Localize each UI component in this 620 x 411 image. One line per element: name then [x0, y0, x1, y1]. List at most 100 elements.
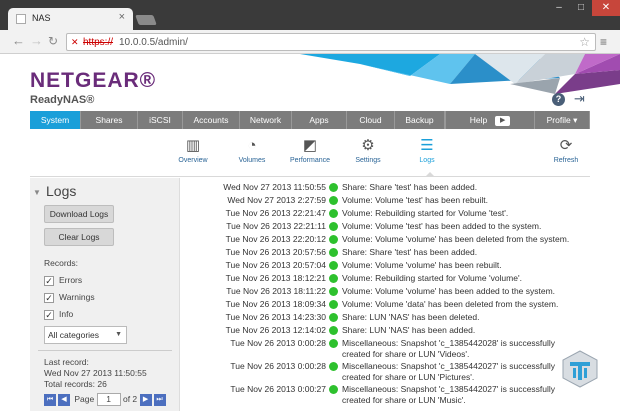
log-row: Wed Nov 27 2013 11:50:55 Share: Share 'te…	[223, 182, 478, 192]
first-page-icon[interactable]: ⏮	[44, 393, 56, 406]
status-ok-icon	[329, 287, 338, 296]
maximize-window-icon[interactable]: □	[570, 0, 592, 16]
header-banner-graphic	[300, 54, 620, 94]
browser-menu-icon[interactable]: ≡	[600, 35, 607, 49]
panel-divider	[38, 350, 172, 351]
prev-page-icon[interactable]: ◀	[58, 393, 70, 406]
subnav-performance[interactable]: ◩ Performance	[285, 135, 335, 164]
log-row: Tue Nov 26 2013 22:21:11 Volume: Volume '…	[226, 221, 542, 231]
close-window-icon[interactable]: ✕	[592, 0, 620, 16]
tab-iscsi[interactable]: iSCSI	[138, 111, 183, 129]
log-row: Tue Nov 26 2013 18:11:22 Volume: Volume '…	[226, 286, 556, 296]
url-path: 10.0.0.5/admin/	[119, 37, 188, 48]
tab-help[interactable]: Help ▶	[445, 111, 535, 129]
log-row: Tue Nov 26 2013 0:00:27 Miscellaneous: Sn…	[230, 384, 556, 405]
tab-profile[interactable]: Profile ▾	[535, 111, 590, 129]
product-name: ReadyNAS®	[30, 94, 95, 106]
status-ok-icon	[329, 313, 338, 322]
tab-shares[interactable]: Shares	[81, 111, 138, 129]
next-page-icon[interactable]: ▶	[139, 393, 152, 406]
filter-errors[interactable]: ✓ Errors	[44, 275, 82, 286]
pagination: ⏮ ◀ Page 1 of 2 ▶ ⏭	[44, 393, 168, 409]
subnav-overview[interactable]: ▥ Overview	[168, 135, 218, 164]
tab-apps[interactable]: Apps	[292, 111, 347, 129]
back-arrow-icon[interactable]: ←	[12, 34, 25, 48]
logs-side-panel: ▼ Logs Download Logs Clear Logs Records:…	[30, 178, 180, 411]
status-ok-icon	[329, 362, 338, 371]
tab-cloud[interactable]: Cloud	[347, 111, 395, 129]
tab-backup[interactable]: Backup	[395, 111, 445, 129]
status-ok-icon	[329, 248, 338, 257]
log-row: Tue Nov 26 2013 12:14:02 Share: LUN 'NAS'…	[225, 325, 476, 335]
video-play-icon[interactable]: ▶	[495, 115, 511, 126]
subnav-logs[interactable]: ☰ Logs	[402, 135, 452, 177]
log-row: Tue Nov 26 2013 20:57:04 Volume: Volume '…	[225, 260, 502, 270]
performance-icon: ◩	[302, 137, 318, 154]
status-ok-icon	[329, 339, 338, 348]
forward-arrow-icon[interactable]: →	[30, 34, 43, 48]
help-icon[interactable]: ?	[552, 93, 565, 106]
subnav-divider	[30, 176, 590, 177]
panel-title: Logs	[46, 183, 77, 199]
filter-warnings[interactable]: ✓ Warnings	[44, 292, 95, 303]
volumes-icon: ◔	[247, 137, 257, 154]
subnav-refresh[interactable]: ⟳ Refresh	[541, 135, 591, 164]
tab-title: NAS	[32, 13, 51, 23]
errors-checkbox[interactable]: ✓	[44, 276, 54, 286]
logout-icon[interactable]: ⇥	[574, 91, 585, 107]
collapse-caret-icon[interactable]: ▼	[33, 188, 41, 197]
new-tab-button[interactable]	[135, 15, 157, 25]
log-row: Tue Nov 26 2013 18:12:21 Volume: Rebuildi…	[225, 273, 522, 283]
status-ok-icon	[329, 326, 338, 335]
log-row: Tue Nov 26 2013 20:57:56 Share: Share 'te…	[225, 247, 478, 257]
info-checkbox[interactable]: ✓	[44, 310, 54, 320]
overview-icon: ▥	[185, 137, 201, 154]
log-row: Tue Nov 26 2013 22:20:12 Volume: Volume '…	[225, 234, 570, 244]
insecure-lock-icon[interactable]: ✕	[71, 37, 79, 48]
browser-tab-bar: NAS × – □ ✕	[0, 0, 620, 30]
status-ok-icon	[329, 183, 338, 192]
status-ok-icon	[329, 385, 338, 394]
tab-accounts[interactable]: Accounts	[183, 111, 240, 129]
status-ok-icon	[329, 235, 338, 244]
records-label: Records:	[44, 258, 79, 268]
status-ok-icon	[329, 261, 338, 270]
status-ok-icon	[329, 209, 338, 218]
status-ok-icon	[329, 274, 338, 283]
download-logs-button[interactable]: Download Logs	[44, 205, 114, 223]
chevron-down-icon: ▼	[115, 331, 122, 338]
refresh-icon: ⟳	[559, 137, 573, 154]
last-record-label: Last record:	[44, 357, 89, 367]
warnings-checkbox[interactable]: ✓	[44, 293, 54, 303]
page-favicon-icon	[16, 14, 26, 24]
browser-tab[interactable]: NAS ×	[8, 8, 133, 30]
last-page-icon[interactable]: ⏭	[153, 393, 166, 406]
log-row: Tue Nov 26 2013 14:23:30 Share: LUN 'NAS'…	[225, 312, 480, 322]
log-row: Tue Nov 26 2013 0:00:28 Miscellaneous: Sn…	[230, 361, 556, 382]
total-records: Total records: 26	[44, 379, 107, 389]
category-select[interactable]: All categories ▼	[44, 326, 127, 344]
filter-info[interactable]: ✓ Info	[44, 309, 73, 320]
last-record-value: Wed Nov 27 2013 11:50:55	[44, 368, 147, 378]
tab-system[interactable]: System	[30, 111, 81, 129]
log-row: Tue Nov 26 2013 0:00:28 Miscellaneous: Sn…	[230, 338, 556, 359]
netgear-logo: NETGEAR®	[30, 69, 157, 92]
status-ok-icon	[329, 300, 338, 309]
bookmark-star-icon[interactable]: ☆	[579, 35, 590, 49]
subnav-volumes[interactable]: ◔ Volumes	[227, 135, 277, 164]
address-bar[interactable]: ✕ https:// 10.0.0.5/admin/ ☆	[66, 33, 596, 51]
subnav-settings[interactable]: ⚙ Settings	[343, 135, 393, 164]
minimize-window-icon[interactable]: –	[548, 0, 570, 16]
log-row: Wed Nov 27 2013 2:27:59 Volume: Volume 't…	[227, 195, 488, 205]
page-label: Page	[74, 393, 95, 404]
page-number-input[interactable]: 1	[96, 393, 121, 406]
close-tab-icon[interactable]: ×	[119, 11, 125, 23]
settings-icon: ⚙	[361, 137, 375, 154]
clear-logs-button[interactable]: Clear Logs	[44, 228, 114, 246]
reload-icon[interactable]: ↻	[48, 34, 58, 48]
status-ok-icon	[329, 222, 338, 231]
tab-network[interactable]: Network	[240, 111, 292, 129]
main-nav: System Shares iSCSI Accounts Network App…	[30, 111, 590, 129]
url-scheme: https://	[83, 37, 114, 48]
page-of-label: of 2	[122, 393, 138, 404]
